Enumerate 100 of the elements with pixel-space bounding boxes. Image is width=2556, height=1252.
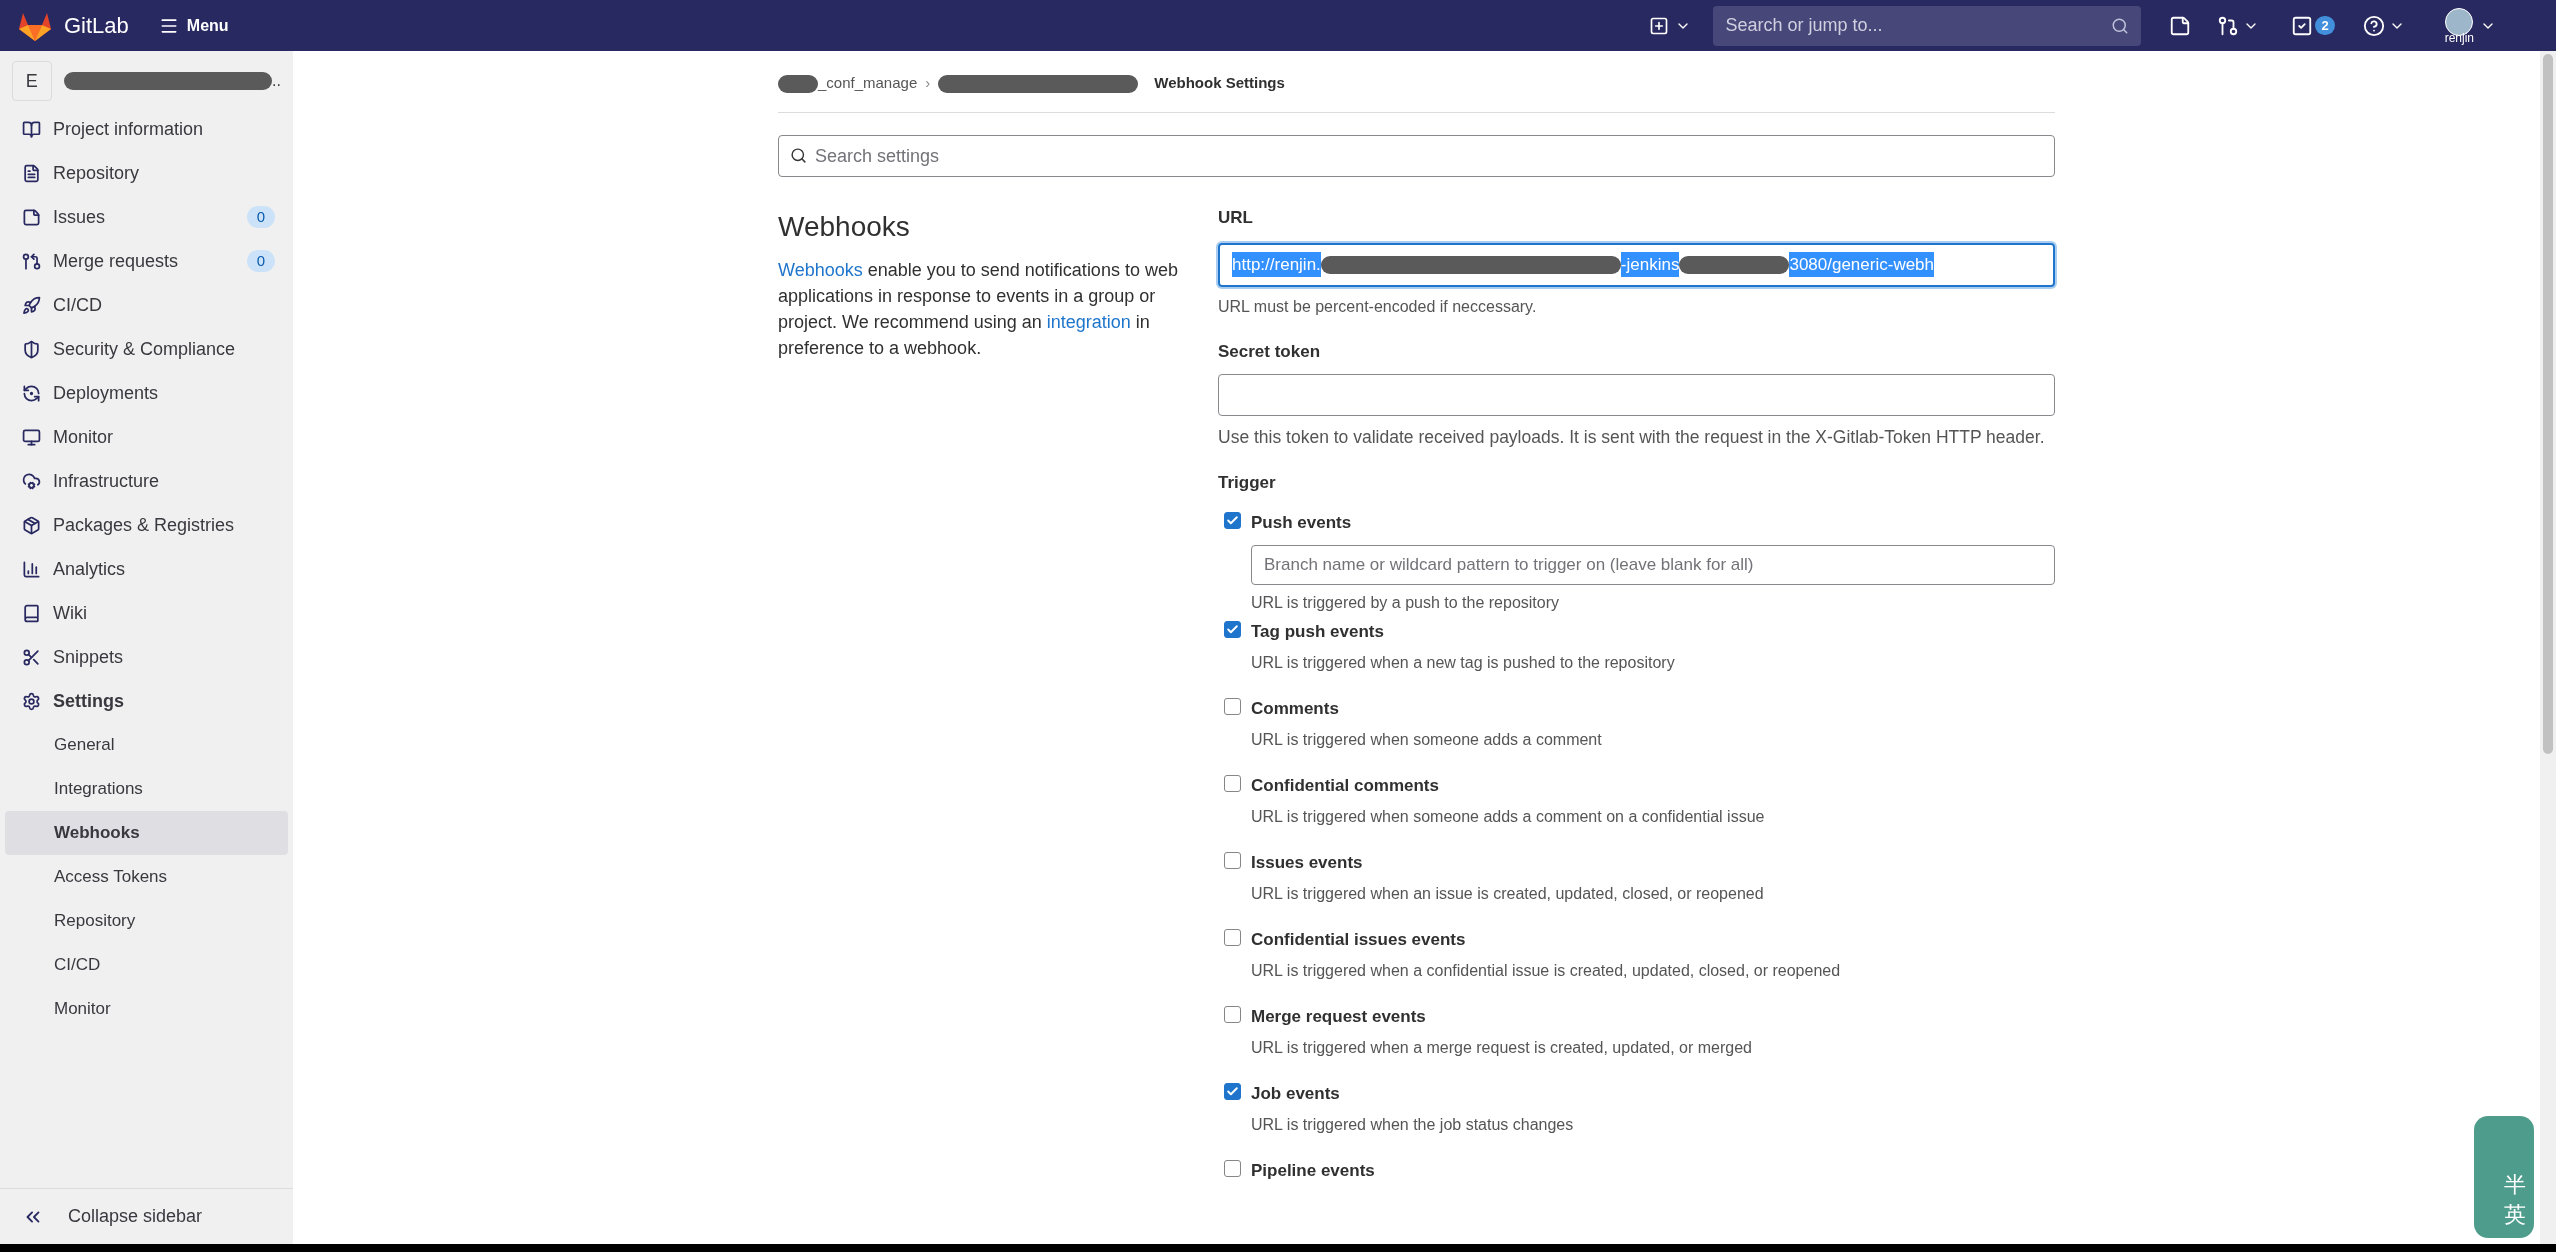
check-icon <box>1226 623 1239 636</box>
sidebar-subitem[interactable]: General <box>5 723 288 767</box>
event-label: Tag push events <box>1251 621 1385 643</box>
book-icon <box>22 119 41 139</box>
sidebar-item[interactable]: Deployments <box>0 371 293 415</box>
sidebar-item[interactable]: Issues 0 <box>0 195 293 239</box>
settings-search-field[interactable]: Search settings <box>778 135 2055 177</box>
sidebar-item[interactable]: Security & Compliance <box>0 327 293 371</box>
help-icon <box>2362 14 2385 37</box>
help-text: URL is triggered when an issue is created, updated, closed, or reopened <box>1251 883 1765 904</box>
checkbox[interactable] <box>1224 621 1241 638</box>
sidebar-item[interactable]: Project information <box>0 107 293 151</box>
todo-count: 2 <box>2315 15 2335 36</box>
widget-character: 半 <box>2504 1171 2526 1199</box>
help-text: URL is triggered by a push to the repository <box>1251 593 1560 613</box>
sidebar-subitem[interactable]: CI/CD <box>5 943 288 987</box>
event-label: Pipeline events <box>1251 1160 1376 1182</box>
document-icon <box>22 163 41 183</box>
sidebar-item[interactable]: Merge requests 0 <box>0 239 293 283</box>
sidebar-item[interactable]: Packages & Registries <box>0 503 293 547</box>
count-badge: 0 <box>246 205 275 229</box>
scissors-icon <box>22 647 41 667</box>
book-icon <box>22 603 41 623</box>
sidebar-item[interactable]: Snippets <box>0 635 293 679</box>
help-text: URL is triggered when a merge request is created, updated, or merged <box>1251 1037 1753 1058</box>
sidebar-subitem[interactable]: Repository <box>5 899 288 943</box>
user-menu-button[interactable]: renjin <box>2438 7 2502 44</box>
sidebar-subitem[interactable]: Webhooks <box>5 811 288 855</box>
checkbox[interactable] <box>1224 698 1241 715</box>
settings-icon <box>22 691 41 711</box>
event-label: Confidential issues events <box>1251 929 1467 951</box>
checkbox[interactable] <box>1224 1160 1241 1177</box>
plus-icon <box>1649 15 1670 36</box>
breadcrumb-current: Webhook Settings <box>1154 73 1285 94</box>
event-label: Confidential comments <box>1251 775 1440 797</box>
help-text: Use this token to validate received payloads. It is sent with the request in the X-Gitlab-Token HTTP header. <box>1218 426 2046 449</box>
branch-filter-field[interactable]: Branch name or wildcard pattern to trigger on (leave blank for all) <box>1251 545 2055 585</box>
monitor-icon <box>22 427 41 447</box>
section-description: Webhooks enable you to send notifications to web applications in response to events in a group or project. We recommend using an integration in preference to a webhook. <box>778 259 1178 360</box>
event-label: Comments <box>1251 698 1340 720</box>
cloud-icon <box>22 471 41 491</box>
url-text: -jenkins <box>1620 251 1680 278</box>
integration-link[interactable]: integration <box>1046 312 1131 332</box>
count-badge: 0 <box>246 249 275 273</box>
user-name: renjin <box>2444 31 2474 44</box>
sidebar-subitem[interactable]: Integrations <box>5 767 288 811</box>
rocket-icon <box>22 295 41 315</box>
help-text: URL must be percent-encoded if neccessary. <box>1218 296 1538 317</box>
help-text: URL is triggered when the job status changes <box>1251 1114 1575 1135</box>
checkbox[interactable] <box>1224 1006 1241 1023</box>
check-icon <box>1226 513 1239 527</box>
event-label: Merge request events <box>1251 1006 1427 1028</box>
sidebar-item[interactable]: Repository <box>0 151 293 195</box>
todo-icon <box>2291 14 2314 37</box>
sidebar-item[interactable]: Settings <box>0 679 293 723</box>
checkbox[interactable] <box>1224 775 1241 792</box>
search-icon <box>2111 16 2130 35</box>
merge-request-icon <box>22 251 41 271</box>
project-name: .. <box>272 71 281 91</box>
sidebar-item[interactable]: Monitor <box>0 415 293 459</box>
project-avatar: E <box>12 61 52 101</box>
field-label: URL <box>1218 207 1254 229</box>
help-text: URL is triggered when a confidential issue is created, updated, closed, or reopened <box>1251 960 1842 981</box>
widget-character: 英 <box>2504 1201 2526 1229</box>
field-label: Secret token <box>1218 340 1322 363</box>
sidebar-item[interactable]: Infrastructure <box>0 459 293 503</box>
sidebar-item[interactable]: Wiki <box>0 591 293 635</box>
check-icon <box>1226 1085 1239 1098</box>
help-text: URL is triggered when a new tag is pushed to the repository <box>1251 652 1676 673</box>
sidebar-item[interactable]: Analytics <box>0 547 293 591</box>
note-icon <box>22 207 41 227</box>
deploy-icon <box>22 383 41 403</box>
url-text: 3080/generic-webh <box>1789 251 1935 278</box>
sidebar-subitem[interactable]: Access Tokens <box>5 855 288 899</box>
secret-token-field[interactable] <box>1218 374 2055 416</box>
breadcrumb-separator: › <box>925 73 931 94</box>
breadcrumb-link[interactable]: _conf_manage <box>818 72 918 95</box>
event-label: Issues events <box>1251 852 1364 874</box>
merge-request-icon <box>2217 14 2240 37</box>
help-text: URL is triggered when someone adds a comment <box>1251 729 1603 750</box>
search-field[interactable]: Search or jump to... <box>1713 5 2142 46</box>
shield-icon <box>22 339 41 359</box>
checkbox[interactable] <box>1224 929 1241 946</box>
search-icon <box>790 147 807 164</box>
checkbox[interactable] <box>1224 852 1241 869</box>
brand-name: GitLab <box>64 12 129 40</box>
package-icon <box>22 515 41 535</box>
note-icon <box>2169 14 2192 37</box>
event-label: Push events <box>1251 511 1353 534</box>
url-text: http://renjin. <box>1232 251 1321 278</box>
bar-chart-icon <box>22 559 41 579</box>
section-title: Webhooks <box>778 210 911 244</box>
webhooks-link[interactable]: Webhooks <box>778 260 863 280</box>
checkbox[interactable] <box>1224 1083 1241 1100</box>
checkbox[interactable] <box>1224 511 1241 529</box>
event-label: Job events <box>1251 1083 1341 1105</box>
menu-button[interactable]: Menu <box>158 13 229 38</box>
sidebar-item[interactable]: CI/CD <box>0 283 293 327</box>
sidebar-subitem[interactable]: Monitor <box>5 987 288 1031</box>
field-label: Trigger <box>1218 472 1277 494</box>
